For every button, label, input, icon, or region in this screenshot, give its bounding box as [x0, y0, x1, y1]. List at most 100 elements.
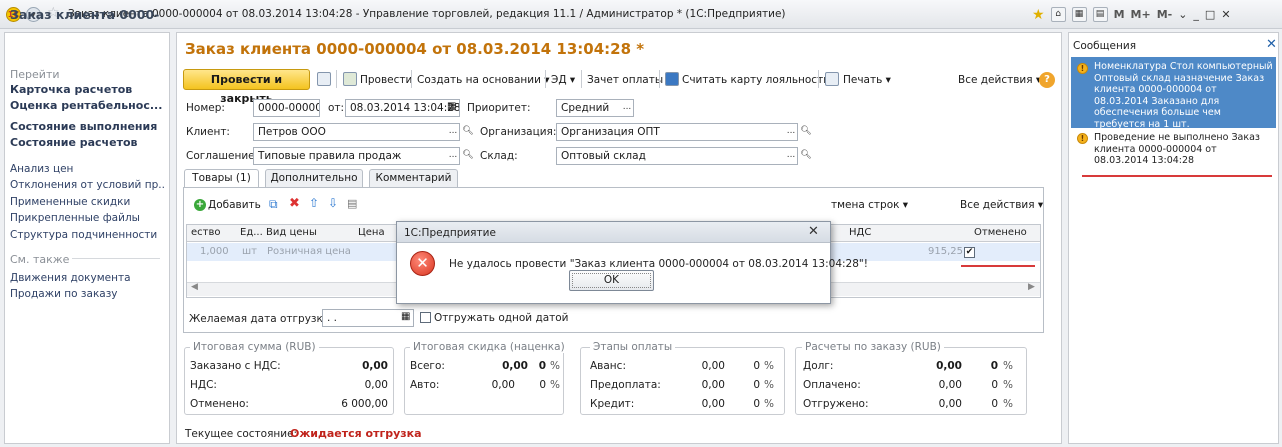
- divider: [818, 70, 819, 88]
- favorites-icon[interactable]: ★: [1032, 7, 1045, 23]
- delete-row-icon[interactable]: ✖: [289, 196, 300, 211]
- loyalty-card-icon[interactable]: [665, 72, 679, 86]
- close-icon[interactable]: ✕: [808, 224, 819, 239]
- printer-icon[interactable]: [825, 72, 839, 86]
- tab-comment[interactable]: Комментарий: [369, 169, 458, 187]
- client-field[interactable]: Петров ООО: [253, 123, 460, 141]
- tab-additional[interactable]: Дополнительно: [265, 169, 363, 187]
- agreement-select-button[interactable]: ...: [446, 148, 460, 164]
- organization-select-button[interactable]: ...: [784, 124, 798, 140]
- row-cancelled-checkbox[interactable]: ✔: [964, 247, 975, 258]
- column-header[interactable]: Цена: [358, 227, 385, 238]
- nav-link-profitability[interactable]: Оценка рентабельнос...: [10, 99, 162, 112]
- goods-all-actions-button[interactable]: Все действия ▾: [960, 199, 1043, 211]
- scroll-right-icon[interactable]: ▶: [1028, 282, 1035, 292]
- shipped-label: Отгружено:: [803, 398, 869, 410]
- nav-link-document-movements[interactable]: Движения документа: [10, 272, 165, 284]
- create-based-on-button[interactable]: Создать на основании ▾: [417, 74, 550, 86]
- nav-link-applied-discounts[interactable]: Примененные скидки: [10, 196, 165, 208]
- memory-plus-button[interactable]: M+: [1131, 8, 1151, 21]
- ship-date-label: Желаемая дата отгрузки:: [189, 313, 334, 325]
- close-window-button[interactable]: ✕: [1221, 8, 1230, 21]
- scroll-left-icon[interactable]: ◀: [191, 282, 198, 292]
- nav-link-attached-files[interactable]: Прикрепленные файлы: [10, 212, 165, 224]
- add-icon[interactable]: +: [194, 199, 206, 211]
- all-actions-button[interactable]: Все действия ▾: [958, 74, 1041, 86]
- calendar-icon[interactable]: ▤: [1092, 7, 1108, 22]
- agreement-field[interactable]: Типовые правила продаж: [253, 147, 460, 165]
- nav-link-price-analysis[interactable]: Анализ цен: [10, 163, 165, 175]
- client-open-icon[interactable]: 🔍︎: [461, 124, 475, 140]
- save-icon[interactable]: [317, 72, 331, 86]
- post-and-close-button[interactable]: Провести и закрыть: [183, 69, 310, 105]
- payment-stages-title: Этапы оплаты: [590, 341, 676, 353]
- row-vat[interactable]: 915,25: [928, 246, 963, 257]
- date-field[interactable]: 08.03.2014 13:04:28: [345, 99, 460, 117]
- maximize-button[interactable]: □: [1205, 8, 1215, 21]
- payment-offset-button[interactable]: Зачет оплаты: [587, 74, 663, 86]
- pct-sign: %: [1003, 360, 1013, 372]
- column-header[interactable]: НДС: [849, 227, 871, 238]
- read-loyalty-card-button[interactable]: Считать карту лояльности: [682, 74, 830, 86]
- calendar-icon[interactable]: ▦: [447, 101, 456, 112]
- ship-one-date-checkbox[interactable]: [420, 312, 431, 323]
- organization-label: Организация:: [480, 126, 557, 138]
- divider: [411, 70, 412, 88]
- number-label: Номер:: [186, 102, 225, 114]
- fill-icon[interactable]: ▤: [347, 197, 357, 210]
- agreement-open-icon[interactable]: 🔍︎: [461, 148, 475, 164]
- organization-open-icon[interactable]: 🔍︎: [799, 124, 813, 140]
- dialog-title: 1С:Предприятие: [404, 227, 496, 239]
- move-up-icon[interactable]: ⇧: [309, 196, 319, 210]
- column-header[interactable]: Ед...: [240, 227, 263, 238]
- help-icon[interactable]: ?: [1039, 72, 1055, 88]
- nav-link-execution-state[interactable]: Состояние выполнения: [10, 120, 157, 133]
- pct-sign: %: [1003, 379, 1013, 391]
- number-field[interactable]: 0000-000004: [253, 99, 320, 117]
- memory-minus-button[interactable]: M-: [1157, 8, 1173, 21]
- move-down-icon[interactable]: ⇩: [328, 196, 338, 210]
- client-select-button[interactable]: ...: [446, 124, 460, 140]
- row-quantity[interactable]: 1,000: [200, 246, 229, 257]
- print-button[interactable]: Печать ▾: [843, 74, 891, 86]
- all-actions-label: Все действия: [958, 74, 1033, 86]
- ed-button[interactable]: ЭД ▾: [551, 74, 575, 86]
- row-unit[interactable]: шт: [242, 246, 257, 257]
- warehouse-field[interactable]: Оптовый склад: [556, 147, 798, 165]
- nav-link-sales-by-order[interactable]: Продажи по заказу: [10, 288, 165, 300]
- divider: [545, 70, 546, 88]
- post-button[interactable]: Провести: [360, 74, 412, 86]
- more-icon[interactable]: ⌄: [1178, 8, 1187, 21]
- history-icon[interactable]: ⌂: [1050, 7, 1066, 22]
- warehouse-open-icon[interactable]: 🔍︎: [799, 148, 813, 164]
- nav-link-deviations[interactable]: Отклонения от условий пр...: [10, 179, 165, 191]
- post-icon[interactable]: [343, 72, 357, 86]
- calculator-icon[interactable]: ▦: [1071, 7, 1087, 22]
- organization-field[interactable]: Организация ОПТ: [556, 123, 798, 141]
- message-text[interactable]: Проведение не выполнено Заказ клиента 00…: [1094, 132, 1274, 167]
- add-row-button[interactable]: Добавить: [208, 199, 261, 211]
- nav-link-subordination[interactable]: Структура подчиненности: [10, 229, 165, 241]
- priority-select-button[interactable]: ...: [620, 100, 634, 116]
- minimize-button[interactable]: _: [1193, 8, 1199, 21]
- cancel-rows-button[interactable]: тмена строк ▾: [831, 199, 908, 211]
- row-price-kind[interactable]: Розничная цена: [267, 246, 351, 257]
- column-header[interactable]: Отменено: [974, 227, 1027, 238]
- copy-row-icon[interactable]: ⧉: [269, 197, 278, 212]
- nav-link-settlement-state[interactable]: Состояние расчетов: [10, 136, 137, 149]
- column-header[interactable]: Вид цены: [266, 227, 317, 238]
- total-sum-title: Итоговая сумма (RUB): [190, 341, 319, 353]
- ok-button[interactable]: OK: [569, 270, 654, 291]
- warehouse-select-button[interactable]: ...: [784, 148, 798, 164]
- message-text[interactable]: Номенклатура Стол компьютерный Оптовый с…: [1094, 61, 1274, 130]
- pct-sign: %: [764, 360, 774, 372]
- dialog-message: Не удалось провести "Заказ клиента 0000-…: [449, 258, 868, 270]
- nav-link-settlement-card[interactable]: Карточка расчетов: [10, 83, 132, 96]
- tab-goods[interactable]: Товары (1): [184, 169, 259, 189]
- close-icon[interactable]: ✕: [1266, 37, 1277, 52]
- cancelled-value: 6 000,00: [341, 398, 388, 410]
- column-header[interactable]: ество: [191, 227, 221, 238]
- memory-button[interactable]: M: [1114, 8, 1125, 21]
- calendar-icon[interactable]: ▦: [401, 311, 410, 322]
- cancelled-label: Отменено:: [190, 398, 249, 410]
